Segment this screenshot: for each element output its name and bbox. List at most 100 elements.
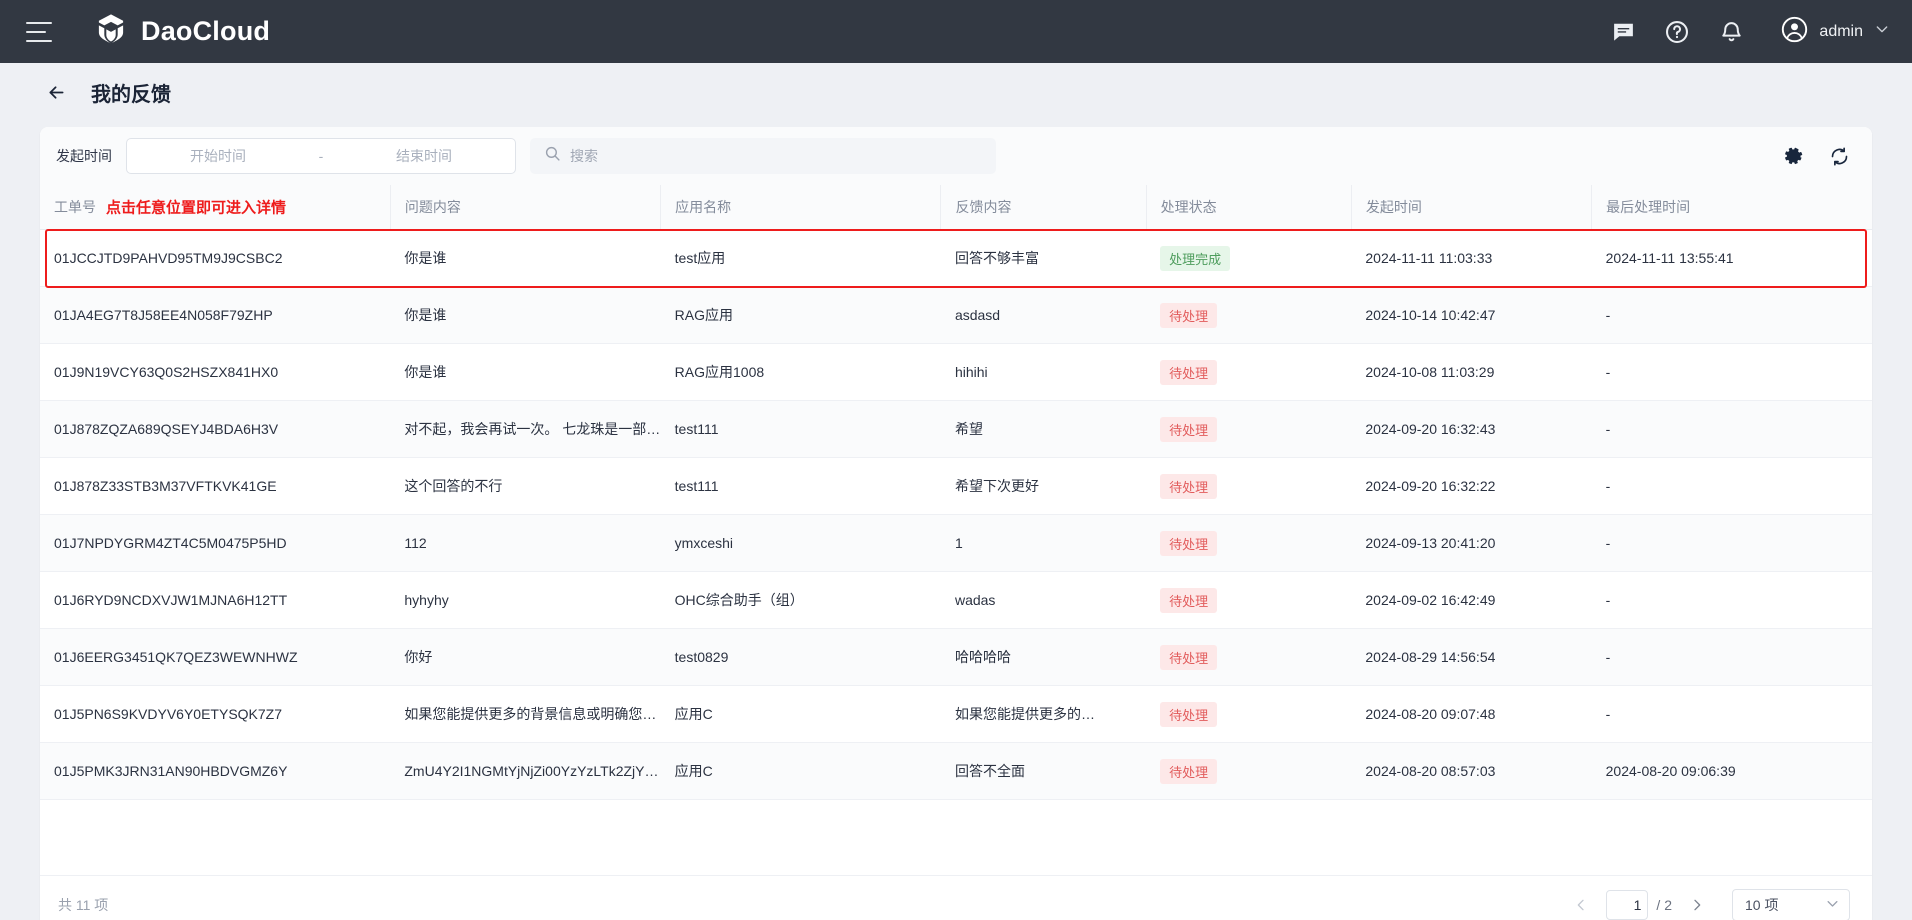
status-badge: 待处理 <box>1160 702 1217 727</box>
hamburger-line <box>26 40 52 42</box>
table-row[interactable]: 01JA4EG7T8J58EE4N058F79ZHP你是谁RAG应用asdasd… <box>40 287 1872 344</box>
page-number-input[interactable] <box>1606 890 1648 920</box>
table-row[interactable]: 01J6RYD9NCDXVJW1MJNA6H12TThyhyhyOHC综合助手（… <box>40 572 1872 629</box>
updated-time-cell: - <box>1592 515 1872 572</box>
column-header-app[interactable]: 应用名称 <box>661 185 941 230</box>
topbar-icon-group: admin <box>1609 16 1890 48</box>
chevron-left-icon[interactable] <box>1570 892 1592 918</box>
daocloud-cube-icon <box>94 12 128 51</box>
table-row[interactable]: 01J9N19VCY63Q0S2HSZX841HX0你是谁RAG应用1008hi… <box>40 344 1872 401</box>
feedback-cell: 回答不够丰富 <box>941 230 1146 287</box>
updated-time-cell: 2024-11-11 13:55:41 <box>1592 230 1872 287</box>
end-date-input[interactable]: 结束时间 <box>333 146 515 166</box>
status-cell: 待处理 <box>1146 629 1351 686</box>
app-name-cell: 应用C <box>661 686 941 743</box>
feedback-cell: hihihi <box>941 344 1146 401</box>
search-input[interactable] <box>570 148 982 164</box>
status-badge: 待处理 <box>1160 588 1217 613</box>
created-time-cell: 2024-08-20 09:07:48 <box>1351 686 1591 743</box>
user-name-label: admin <box>1819 23 1863 41</box>
table-header: 工单号 点击任意位置即可进入详情 问题内容 应用名称 反馈内容 处理状态 发起时… <box>40 185 1872 230</box>
message-icon[interactable] <box>1609 18 1637 46</box>
status-cell: 待处理 <box>1146 572 1351 629</box>
created-time-cell: 2024-08-29 14:56:54 <box>1351 629 1591 686</box>
user-menu[interactable]: admin <box>1781 16 1890 48</box>
question-cell: 你是谁 <box>390 287 660 344</box>
chevron-down-icon <box>1825 896 1840 914</box>
column-header-question[interactable]: 问题内容 <box>390 185 660 230</box>
feedback-cell: 如果您能提供更多的… <box>941 686 1146 743</box>
app-name-cell: test111 <box>661 401 941 458</box>
created-time-cell: 2024-09-13 20:41:20 <box>1351 515 1591 572</box>
table-row[interactable]: 01J878ZQZA689QSEYJ4BDA6H3V对不起，我会再试一次。 七龙… <box>40 401 1872 458</box>
feedback-cell: 哈哈哈哈 <box>941 629 1146 686</box>
chevron-down-icon[interactable] <box>1874 21 1890 42</box>
status-badge: 待处理 <box>1160 645 1217 670</box>
app-name-cell: test0829 <box>661 629 941 686</box>
app-name-cell: test应用 <box>661 230 941 287</box>
page-total-label: / 2 <box>1656 897 1672 913</box>
column-header-updated[interactable]: 最后处理时间 <box>1592 185 1872 230</box>
feedback-cell: 回答不全面 <box>941 743 1146 800</box>
brand-logo[interactable]: DaoCloud <box>94 12 270 51</box>
bell-icon[interactable] <box>1717 18 1745 46</box>
feedback-cell: wadas <box>941 572 1146 629</box>
table-footer: 共 11 项 / 2 10 项 <box>40 875 1872 920</box>
status-cell: 待处理 <box>1146 344 1351 401</box>
table-row[interactable]: 01J7NPDYGRM4ZT4C5M0475P5HD112ymxceshi1待处… <box>40 515 1872 572</box>
help-icon[interactable] <box>1663 18 1691 46</box>
feedback-cell: 1 <box>941 515 1146 572</box>
column-header-ticket[interactable]: 工单号 点击任意位置即可进入详情 <box>40 185 390 230</box>
date-filter-label: 发起时间 <box>56 146 112 166</box>
search-box[interactable] <box>530 138 996 174</box>
status-badge: 待处理 <box>1160 417 1217 442</box>
table-tools <box>1784 146 1850 167</box>
click-hint-annotation: 点击任意位置即可进入详情 <box>106 197 286 218</box>
created-time-cell: 2024-10-08 11:03:29 <box>1351 344 1591 401</box>
status-badge: 待处理 <box>1160 360 1217 385</box>
status-badge: 待处理 <box>1160 759 1217 784</box>
refresh-icon[interactable] <box>1829 146 1850 167</box>
ticket-cell: 01J5PMK3JRN31AN90HBDVGMZ6Y <box>40 743 390 800</box>
question-cell: 112 <box>390 515 660 572</box>
ticket-cell: 01J6EERG3451QK7QEZ3WEWNHWZ <box>40 629 390 686</box>
updated-time-cell: - <box>1592 401 1872 458</box>
table-row[interactable]: 01J878Z33STB3M37VFTKVK41GE这个回答的不行test111… <box>40 458 1872 515</box>
date-range-separator: - <box>309 148 333 164</box>
hamburger-line <box>26 31 46 33</box>
feedback-cell: 希望 <box>941 401 1146 458</box>
hamburger-menu-icon[interactable] <box>26 22 52 42</box>
status-cell: 待处理 <box>1146 401 1351 458</box>
start-date-input[interactable]: 开始时间 <box>127 146 309 166</box>
ticket-cell: 01JCCJTD9PAHVD95TM9J9CSBC2 <box>40 230 390 287</box>
ticket-cell: 01JA4EG7T8J58EE4N058F79ZHP <box>40 287 390 344</box>
question-cell: 这个回答的不行 <box>390 458 660 515</box>
table-row[interactable]: 01J5PN6S9KVDYV6Y0ETYSQK7Z7如果您能提供更多的背景信息或… <box>40 686 1872 743</box>
page-header: 我的反馈 <box>0 63 1912 121</box>
back-arrow-icon[interactable] <box>46 82 67 103</box>
feedback-card: 发起时间 开始时间 - 结束时间 <box>40 127 1872 920</box>
column-header-created[interactable]: 发起时间 <box>1351 185 1591 230</box>
date-range-picker[interactable]: 开始时间 - 结束时间 <box>126 138 516 174</box>
gear-icon[interactable] <box>1784 146 1805 167</box>
table-row[interactable]: 01J6EERG3451QK7QEZ3WEWNHWZ你好test0829哈哈哈哈… <box>40 629 1872 686</box>
table-row[interactable]: 01JCCJTD9PAHVD95TM9J9CSBC2你是谁test应用回答不够丰… <box>40 230 1872 287</box>
table-header-row: 工单号 点击任意位置即可进入详情 问题内容 应用名称 反馈内容 处理状态 发起时… <box>40 185 1872 230</box>
updated-time-cell: - <box>1592 344 1872 401</box>
brand-name: DaoCloud <box>141 16 270 47</box>
table-row[interactable]: 01J5PMK3JRN31AN90HBDVGMZ6YZmU4Y2I1NGMtYj… <box>40 743 1872 800</box>
chevron-right-icon[interactable] <box>1686 892 1708 918</box>
question-cell: 你是谁 <box>390 230 660 287</box>
updated-time-cell: - <box>1592 572 1872 629</box>
column-header-status[interactable]: 处理状态 <box>1146 185 1351 230</box>
search-icon <box>544 145 561 167</box>
status-cell: 处理完成 <box>1146 230 1351 287</box>
created-time-cell: 2024-09-20 16:32:43 <box>1351 401 1591 458</box>
page-size-label: 10 项 <box>1745 895 1778 915</box>
filter-bar: 发起时间 开始时间 - 结束时间 <box>40 127 1872 185</box>
column-header-feedback[interactable]: 反馈内容 <box>941 185 1146 230</box>
question-cell: ZmU4Y2I1NGMtYjNjZi00YzYzLTk2ZjYt… <box>390 743 660 800</box>
created-time-cell: 2024-08-20 08:57:03 <box>1351 743 1591 800</box>
page-size-select[interactable]: 10 项 <box>1732 889 1850 920</box>
app-name-cell: OHC综合助手（组） <box>661 572 941 629</box>
